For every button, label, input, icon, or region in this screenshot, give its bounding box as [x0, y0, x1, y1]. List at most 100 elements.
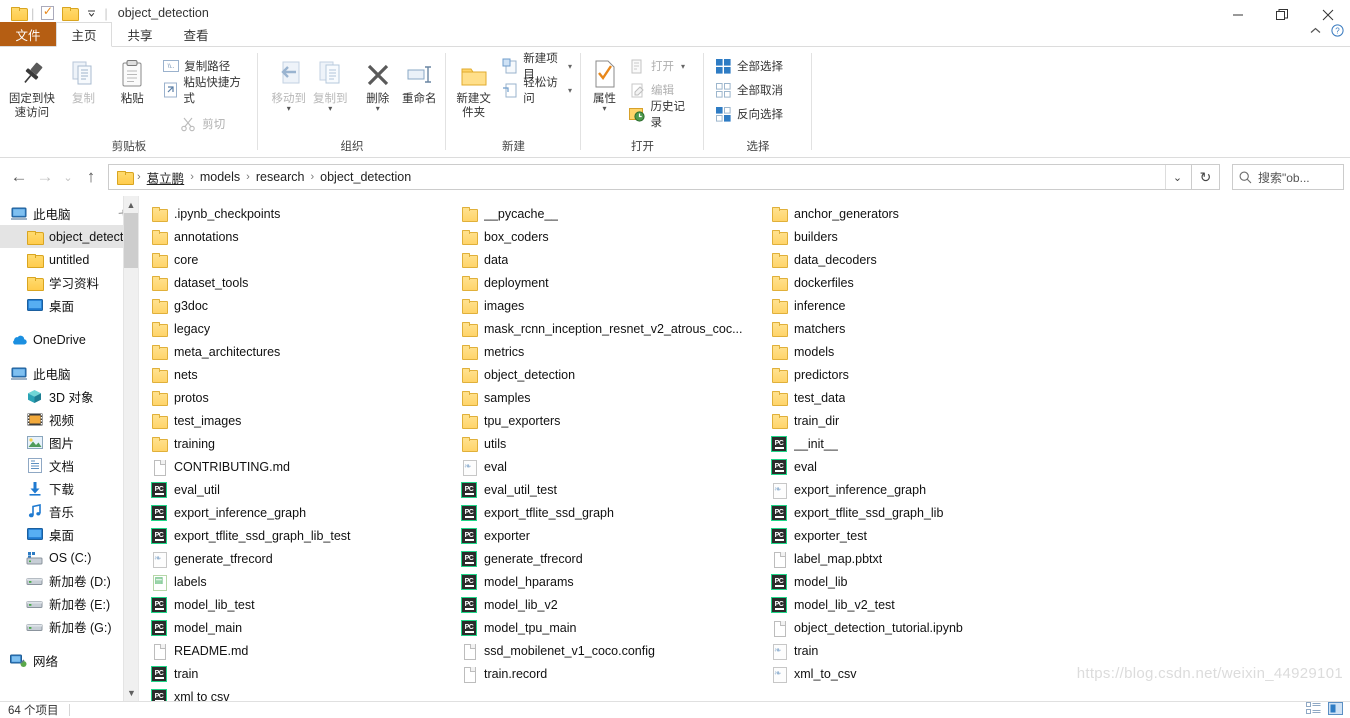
properties-button[interactable]: 属性 ▾ [587, 53, 622, 112]
file-list-item[interactable]: metrics [452, 340, 762, 363]
up-button[interactable]: ↑ [78, 164, 104, 190]
cut-button[interactable]: 剪切 [177, 113, 252, 135]
forward-button[interactable]: → [32, 164, 58, 190]
breadcrumb-item-2[interactable]: research [251, 170, 310, 184]
file-list-item[interactable]: inference [762, 294, 1072, 317]
move-to-caret-icon[interactable]: ▾ [287, 106, 291, 112]
nav-scrollbar[interactable]: ▲ ▼ [123, 196, 138, 701]
file-list-item[interactable]: train [762, 639, 1072, 662]
file-list-item[interactable]: nets [142, 363, 452, 386]
invert-selection-button[interactable]: 反向选择 [712, 103, 786, 125]
file-list-item[interactable]: train_dir [762, 409, 1072, 432]
sidebar-item-新加卷--g:-[interactable]: 新加卷 (G:) [0, 615, 138, 638]
qat-folder2-icon[interactable] [58, 2, 80, 24]
rename-button[interactable]: 重命名 [399, 53, 441, 106]
tab-file[interactable]: 文件 [0, 22, 56, 46]
file-list-item[interactable]: PCmodel_tpu_main [452, 616, 762, 639]
sidebar-item-此电脑[interactable]: 此电脑 [0, 202, 138, 225]
file-list-item[interactable]: PCexport_tflite_ssd_graph_lib_test [142, 524, 452, 547]
file-list-item[interactable]: models [762, 340, 1072, 363]
file-list-item[interactable]: matchers [762, 317, 1072, 340]
file-list-item[interactable]: test_images [142, 409, 452, 432]
sidebar-item-桌面[interactable]: 桌面 [0, 294, 138, 317]
new-item-caret-icon[interactable]: ▾ [568, 62, 572, 71]
open-button[interactable]: 打开 ▾ [626, 55, 698, 77]
select-none-button[interactable]: 全部取消 [712, 79, 786, 101]
file-list-item[interactable]: ssd_mobilenet_v1_coco.config [452, 639, 762, 662]
breadcrumb-item-1[interactable]: models [195, 170, 245, 184]
paste-shortcut-button[interactable]: 粘贴快捷方式 [159, 79, 252, 101]
file-list-item[interactable]: PCexport_inference_graph [142, 501, 452, 524]
file-list-item[interactable]: annotations [142, 225, 452, 248]
file-list-item[interactable]: builders [762, 225, 1072, 248]
refresh-button[interactable]: ↻ [1192, 164, 1220, 190]
sidebar-item-untitled[interactable]: untitled [0, 248, 138, 271]
easy-access-caret-icon[interactable]: ▾ [568, 86, 572, 95]
file-list-item[interactable]: data_decoders [762, 248, 1072, 271]
file-list-item[interactable]: deployment [452, 271, 762, 294]
file-list-pane[interactable]: .ipynb_checkpointsannotationscoredataset… [142, 196, 1350, 701]
sidebar-item-下载[interactable]: 下载 [0, 477, 138, 500]
sidebar-item-图片[interactable]: 图片 [0, 431, 138, 454]
open-caret-icon[interactable]: ▾ [681, 62, 685, 71]
easy-access-button[interactable]: 轻松访问 ▾ [499, 79, 575, 101]
move-to-button[interactable]: 移动到 ▾ [268, 53, 310, 112]
file-list-item[interactable]: images [452, 294, 762, 317]
file-list-item[interactable]: export_inference_graph [762, 478, 1072, 501]
file-list-item[interactable]: training [142, 432, 452, 455]
address-dropdown-icon[interactable]: ⌄ [1165, 165, 1189, 189]
delete-button[interactable]: 删除 ▾ [357, 53, 399, 112]
breadcrumb-item-3[interactable]: object_detection [315, 170, 416, 184]
sidebar-item-此电脑[interactable]: 此电脑 [0, 362, 138, 385]
file-list-item[interactable]: PCeval_util_test [452, 478, 762, 501]
file-list-item[interactable]: README.md [142, 639, 452, 662]
tab-home[interactable]: 主页 [56, 22, 112, 47]
sidebar-item-桌面[interactable]: 桌面 [0, 523, 138, 546]
recent-locations-button[interactable]: ⌄ [58, 164, 78, 190]
sidebar-item-网络[interactable]: 网络 [0, 649, 138, 672]
file-list-item[interactable]: predictors [762, 363, 1072, 386]
breadcrumb-item-0[interactable]: 葛立鹏 [142, 168, 190, 187]
file-list-item[interactable]: PCmodel_hparams [452, 570, 762, 593]
copy-to-button[interactable]: 复制到 ▾ [310, 53, 352, 112]
sidebar-item-学习资料[interactable]: 学习资料 [0, 271, 138, 294]
file-list-item[interactable]: object_detection_tutorial.ipynb [762, 616, 1072, 639]
file-list-item[interactable]: dataset_tools [142, 271, 452, 294]
sidebar-item-新加卷--e:-[interactable]: 新加卷 (E:) [0, 592, 138, 615]
file-list-item[interactable]: __pycache__ [452, 202, 762, 225]
file-list-item[interactable]: train.record [452, 662, 762, 685]
nav-scroll-thumb[interactable] [124, 213, 138, 268]
sidebar-item-3d-对象[interactable]: 3D 对象 [0, 385, 138, 408]
nav-scroll-up-icon[interactable]: ▲ [124, 196, 138, 213]
properties-caret-icon[interactable]: ▾ [603, 106, 607, 112]
file-list-item[interactable]: core [142, 248, 452, 271]
file-list-item[interactable]: label_map.pbtxt [762, 547, 1072, 570]
details-view-icon[interactable] [1305, 701, 1322, 716]
file-list-item[interactable]: PCexport_tflite_ssd_graph_lib [762, 501, 1072, 524]
file-list-item[interactable]: .ipynb_checkpoints [142, 202, 452, 225]
file-list-item[interactable]: PCmodel_lib [762, 570, 1072, 593]
copy-to-caret-icon[interactable]: ▾ [328, 106, 332, 112]
file-list-item[interactable]: labels [142, 570, 452, 593]
breadcrumb[interactable]: › 葛立鹏 › models › research › object_detec… [108, 164, 1192, 190]
file-list-item[interactable]: PCeval_util [142, 478, 452, 501]
qat-dropdown-caret-icon[interactable] [80, 2, 102, 24]
qat-folder-icon[interactable] [7, 2, 29, 24]
file-list-item[interactable]: protos [142, 386, 452, 409]
file-list-item[interactable]: g3doc [142, 294, 452, 317]
file-list-item[interactable]: anchor_generators [762, 202, 1072, 225]
file-list-item[interactable]: tpu_exporters [452, 409, 762, 432]
file-list-item[interactable]: PC__init__ [762, 432, 1072, 455]
sidebar-item-文档[interactable]: 文档 [0, 454, 138, 477]
file-list-item[interactable]: box_coders [452, 225, 762, 248]
file-list-item[interactable]: samples [452, 386, 762, 409]
collapse-ribbon-icon[interactable] [1310, 26, 1321, 38]
sidebar-item-音乐[interactable]: 音乐 [0, 500, 138, 523]
select-all-button[interactable]: 全部选择 [712, 55, 786, 77]
file-list-item[interactable]: xml_to_csv [762, 662, 1072, 685]
file-list-item[interactable]: PCexporter [452, 524, 762, 547]
paste-button[interactable]: 粘贴 [109, 53, 155, 106]
file-list-item[interactable]: dockerfiles [762, 271, 1072, 294]
qat-checkbox-icon[interactable] [36, 2, 58, 24]
file-list-item[interactable]: legacy [142, 317, 452, 340]
